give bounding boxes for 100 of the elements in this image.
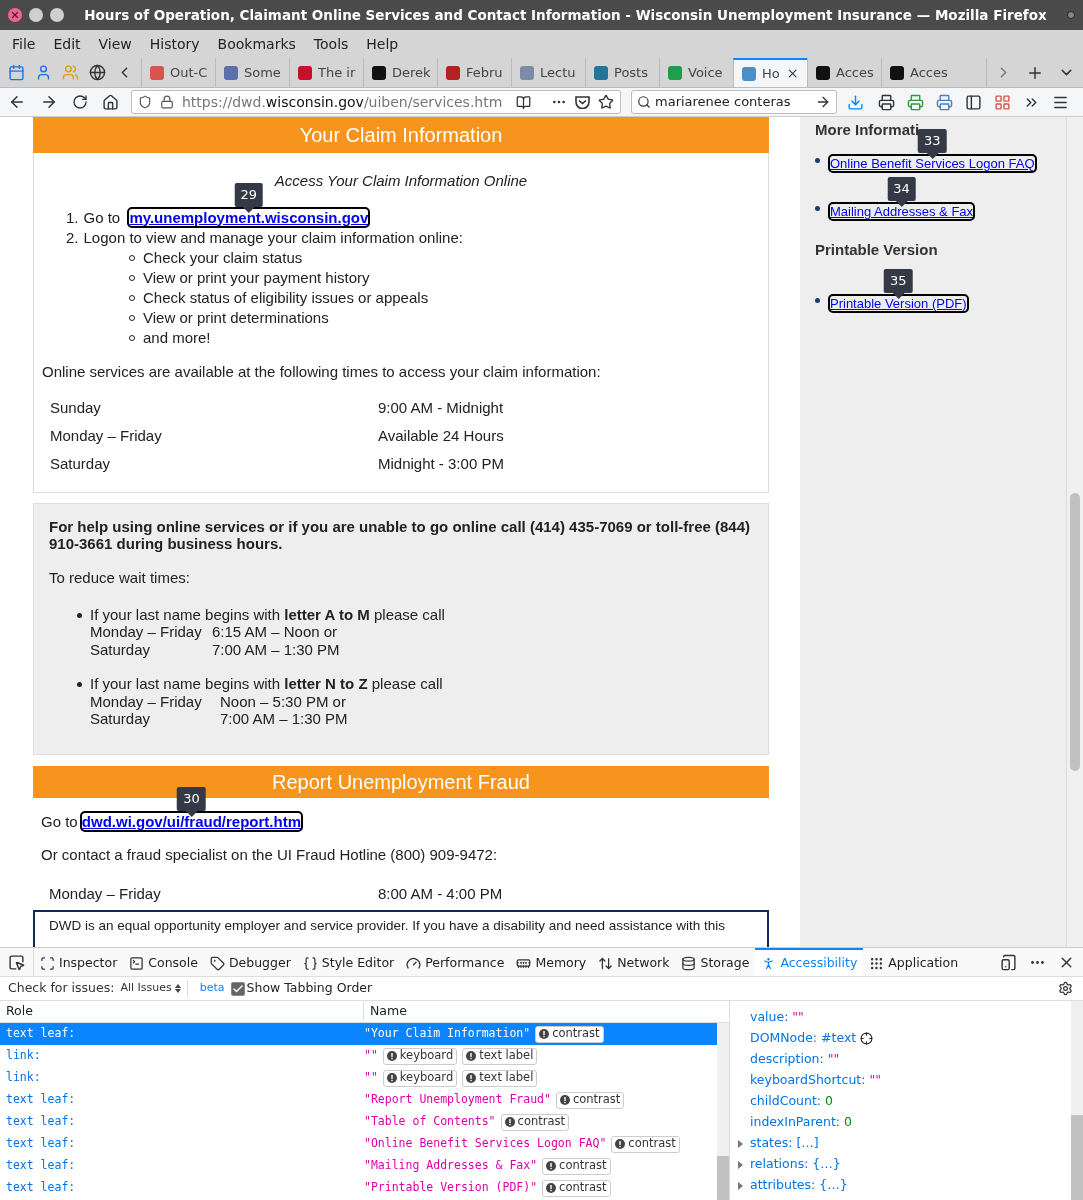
role-cell-text: text leaf: — [5, 1135, 77, 1153]
pocket-icon[interactable] — [575, 95, 590, 109]
gauge-icon — [406, 955, 422, 971]
tab-title: Acces — [910, 63, 948, 82]
tree-row[interactable]: text leaf: "Your Claim Information" contrast — [0, 1023, 718, 1045]
calendar-icon[interactable] — [8, 64, 25, 81]
download-icon[interactable] — [847, 93, 864, 111]
sidebar-icon[interactable] — [965, 93, 982, 111]
go-icon[interactable] — [815, 94, 831, 110]
property-name: description: — [750, 1050, 824, 1069]
list-item: View or print your payment history — [143, 267, 370, 288]
warning-icon — [546, 1183, 557, 1193]
browser-tab[interactable]: Lectu — [511, 58, 585, 87]
tab-title: The ir — [318, 63, 356, 82]
devtools-tab[interactable]: Inspector — [34, 948, 124, 976]
property-name: relations: — [750, 1155, 809, 1174]
browser-tab[interactable]: The ir — [289, 58, 363, 87]
issue-badge: keyboard — [382, 1069, 458, 1087]
issue-badge: contrast — [542, 1157, 611, 1175]
menu-item[interactable]: Bookmarks — [211, 33, 302, 55]
browser-tab[interactable]: Febru — [437, 58, 511, 87]
warning-icon — [386, 1073, 397, 1083]
expand-arrow-icon[interactable] — [738, 1139, 743, 1148]
forward-icon[interactable] — [40, 93, 58, 111]
expand-arrow-icon[interactable] — [738, 1181, 743, 1190]
property-value[interactable]: […] — [796, 1134, 819, 1153]
list-item: and more! — [143, 327, 211, 348]
warning-icon — [539, 1029, 550, 1039]
home-icon[interactable] — [102, 93, 119, 111]
globe-icon[interactable] — [89, 64, 106, 81]
arrows-icon — [598, 955, 614, 971]
issue-badge: keyboard — [382, 1047, 458, 1065]
close-button[interactable] — [8, 8, 22, 22]
url-field[interactable]: https://dwd.wisconsin.gov/uiben/services.htm — [131, 90, 621, 114]
column-header[interactable]: Name — [364, 1002, 407, 1021]
bookmark-star-icon[interactable] — [598, 94, 614, 110]
link[interactable]: Mailing Addresses & Fax — [830, 204, 974, 219]
settings-icon[interactable] — [1058, 981, 1073, 996]
minimize-button[interactable] — [29, 8, 43, 22]
menu-item[interactable]: Help — [360, 33, 405, 55]
devtools-tab[interactable]: Network — [592, 948, 676, 976]
maximize-button[interactable] — [50, 8, 64, 22]
devtools-tab[interactable]: Storage — [675, 948, 756, 976]
section-header: Your Claim Information — [33, 117, 769, 153]
devtools-tab[interactable]: Application — [863, 948, 965, 976]
hours-label: 8:00 AM - 4:00 PM — [378, 883, 503, 904]
issue-badge: text label — [462, 1047, 538, 1065]
call-instruction: If your last name begins with letter A to M please call — [90, 605, 445, 623]
link[interactable]: Printable Version (PDF) — [830, 296, 967, 311]
link[interactable]: Online Benefit Services Logon FAQ — [830, 156, 1035, 171]
printer-icon[interactable] — [878, 93, 895, 111]
expand-arrow-icon[interactable] — [738, 1160, 743, 1169]
devtools-tab[interactable]: Console — [123, 948, 204, 976]
tree-row[interactable]: text leaf: "Printable Version (PDF)" contrast — [0, 1177, 718, 1199]
browser-tab[interactable]: Out-C — [141, 58, 215, 87]
property-value[interactable]: {…} — [812, 1155, 841, 1174]
reload-icon[interactable] — [72, 94, 88, 110]
day-label: Monday – Friday — [48, 883, 162, 904]
back-icon[interactable] — [8, 93, 26, 111]
tab-title: Voice — [688, 63, 723, 82]
devtools-tab[interactable]: Accessibility — [755, 948, 864, 976]
menu-item[interactable]: History — [143, 33, 206, 55]
responsive-mode-icon[interactable] — [1000, 953, 1017, 971]
tab-title: Lectu — [540, 63, 576, 82]
browser-tab[interactable]: Posts — [585, 58, 659, 87]
issue-badge: contrast — [611, 1135, 680, 1153]
browser-tab[interactable]: Some — [215, 58, 289, 87]
issues-dropdown[interactable]: All Issues — [120, 980, 188, 997]
day-label: Sunday — [49, 398, 102, 418]
tree-row[interactable]: text leaf: "Report Unemployment Fraud" contrast — [0, 1089, 718, 1111]
menu-item[interactable]: File — [6, 33, 42, 55]
devtools-tab[interactable]: Debugger — [203, 948, 297, 976]
tabbing-checkbox[interactable] — [230, 981, 245, 996]
menu-item[interactable]: Edit — [47, 33, 87, 55]
reader-view-icon[interactable] — [516, 94, 531, 110]
search-field[interactable]: mariarenee conteras — [631, 90, 837, 114]
name-cell: "Table of Contents" — [364, 1113, 496, 1131]
tree-row[interactable]: link: "" keyboard text label — [0, 1067, 718, 1089]
browser-tab[interactable]: Ho — [733, 58, 807, 87]
devtools-tab[interactable]: Memory — [510, 948, 593, 976]
tree-row[interactable]: text leaf: "Table of Contents" contrast — [0, 1111, 718, 1133]
devtools-tab[interactable]: Style Editor — [296, 948, 401, 976]
tree-row[interactable]: text leaf: "Mailing Addresses & Fax" contrast — [0, 1155, 718, 1177]
browser-tab[interactable]: Derek — [363, 58, 437, 87]
shield-icon — [138, 95, 152, 109]
column-header[interactable]: Role — [0, 1002, 364, 1021]
devtools-tab[interactable]: Performance — [400, 948, 511, 976]
browser-tab[interactable]: Acces — [881, 58, 955, 87]
grid-icon[interactable] — [994, 93, 1011, 111]
tree-row[interactable]: text leaf: "Online Benefit Services Logon FAQ" contrast — [0, 1133, 718, 1155]
target-icon[interactable] — [860, 1032, 874, 1045]
days-label: Monday – Friday — [90, 623, 203, 641]
browser-tab[interactable]: Acces — [807, 58, 881, 87]
property-value[interactable]: {…} — [819, 1176, 848, 1195]
menu-item[interactable]: Tools — [307, 33, 355, 55]
property-name: keyboardShortcut: — [750, 1071, 866, 1090]
element-picker-icon[interactable] — [8, 953, 25, 971]
tree-row[interactable]: link: "" keyboard text label — [0, 1045, 718, 1067]
contact-icon[interactable] — [35, 64, 52, 81]
menu-item[interactable]: View — [92, 33, 138, 55]
